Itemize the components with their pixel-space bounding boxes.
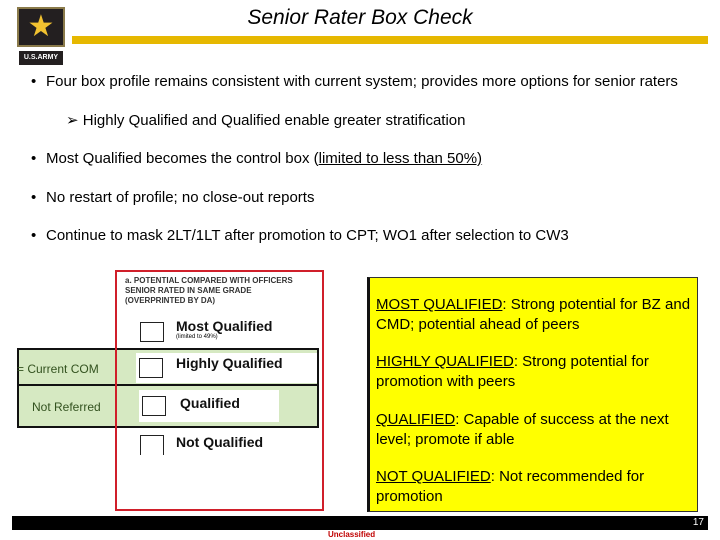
- bullet-4: • Continue to mask 2LT/1LT after promotio…: [31, 227, 569, 244]
- checkbox-not-qualified: [140, 435, 164, 455]
- form-header: a. POTENTIAL COMPARED WITH OFFICERS SENI…: [125, 276, 293, 305]
- checkbox-highly-qualified: [139, 358, 163, 378]
- option-label: Qualified: [180, 395, 240, 411]
- logo-text: U.S.ARMY: [19, 51, 63, 65]
- row-label: Not Referred: [32, 400, 101, 414]
- definition-highly-qualified: HIGHLY QUALIFIED: Strong potential for p…: [376, 353, 649, 390]
- title-divider: [72, 36, 708, 44]
- definition-most-qualified: MOST QUALIFIED: Strong potential for BZ …: [376, 296, 691, 333]
- row-label: = Current COM: [17, 362, 99, 376]
- sub-bullet: ➢ Highly Qualified and Qualified enable …: [66, 112, 466, 129]
- option-label: Highly Qualified: [176, 355, 283, 371]
- option-note: (limited to 49%): [176, 334, 218, 340]
- bullet-1: • Four box profile remains consistent wit…: [31, 73, 678, 90]
- definition-qualified: QUALIFIED: Capable of success at the nex…: [376, 411, 669, 448]
- form-excerpt: [115, 270, 324, 511]
- checkbox-most-qualified: [140, 322, 164, 342]
- footer-bar: [12, 516, 708, 530]
- page-number: 17: [692, 517, 704, 528]
- option-label: Most Qualified: [176, 318, 273, 334]
- slide-title: Senior Rater Box Check: [247, 6, 473, 29]
- arrow-icon: ➢: [66, 112, 83, 129]
- option-label: Not Qualified: [176, 434, 264, 450]
- bullet-2: • Most Qualified becomes the control box …: [31, 150, 483, 167]
- checkbox-qualified: [142, 396, 166, 416]
- bullet-3: • No restart of profile; no close-out rep…: [31, 189, 315, 206]
- definition-not-qualified: NOT QUALIFIED: Not recommended for promo…: [376, 468, 645, 505]
- definitions-box: MOST QUALIFIED: Strong potential for BZ …: [367, 277, 698, 512]
- classification-label: Unclassified: [328, 530, 376, 539]
